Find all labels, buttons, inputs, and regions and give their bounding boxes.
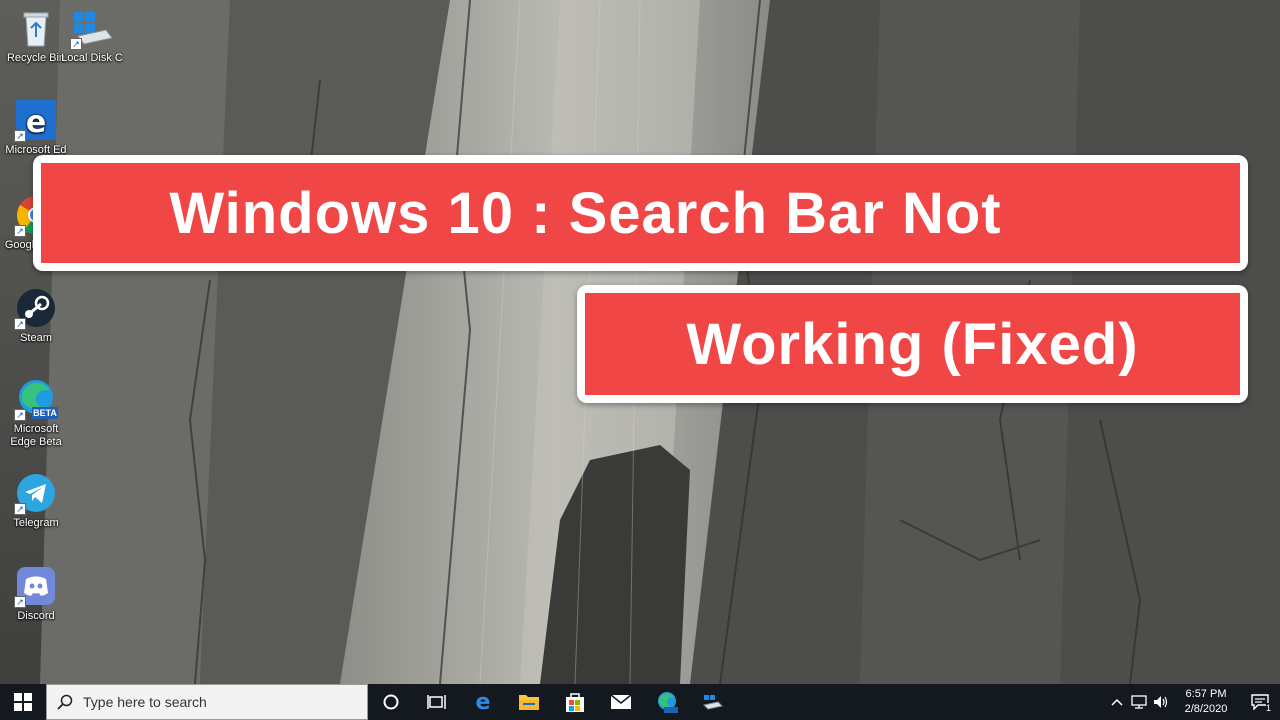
cortana-icon [383,694,399,710]
windows-logo-icon [14,693,32,711]
clock-time: 6:57 PM [1185,688,1227,700]
action-center-button[interactable]: 1 [1240,684,1280,720]
desktop-icon-edge-beta[interactable]: BETA ↗ Microsoft Edge Beta [0,377,72,449]
show-hidden-icons-button[interactable] [1106,684,1128,720]
shortcut-arrow-icon: ↗ [14,409,26,421]
desktop-icon-telegram[interactable]: ↗ Telegram [0,471,72,530]
shortcut-arrow-icon: ↗ [14,503,26,515]
taskbar-store-button[interactable] [552,684,598,720]
drive-icon: ↗ [70,6,114,50]
start-button[interactable] [0,684,46,720]
shortcut-arrow-icon: ↗ [14,318,26,330]
desktop-icon-label: Discord [17,610,55,622]
desktop-icon-label: Telegram [13,517,59,529]
volume-button[interactable] [1150,684,1172,720]
taskbar-edge-beta-button[interactable] [644,684,690,720]
network-icon [1131,695,1147,709]
store-icon [566,693,584,712]
taskbar-search-box[interactable] [46,684,368,720]
telegram-icon: ↗ [14,471,58,515]
taskbar-edge-button[interactable]: e [460,684,506,720]
recycle-bin-icon [14,6,58,50]
edge-beta-icon: BETA ↗ [14,377,58,421]
shortcut-arrow-icon: ↗ [14,130,26,142]
system-tray: 6:57 PM 2/8/2020 1 [1106,684,1280,720]
desktop-icon-edge[interactable]: e ↗ Microsoft Ed [0,98,72,157]
title-banner-line-1: Windows 10 : Search Bar Not [33,155,1248,271]
drive-icon [702,695,724,710]
title-banner-text-2: Working (Fixed) [585,293,1240,395]
notification-count-badge: 1 [1265,703,1271,713]
desktop-icon-label: Steam [20,332,52,344]
mail-icon [610,694,632,709]
discord-icon: ↗ [14,564,58,608]
title-banner-text-1: Windows 10 : Search Bar Not [41,163,1240,263]
cortana-button[interactable] [368,684,414,720]
volume-icon [1154,696,1168,708]
svg-text:e: e [26,105,46,140]
shortcut-arrow-icon: ↗ [70,38,82,50]
beta-badge: BETA [33,408,57,418]
shortcut-arrow-icon: ↗ [14,225,26,237]
desktop-icon-local-disk[interactable]: ↗ Local Disk C [56,6,128,65]
task-view-icon [427,695,446,709]
taskbar-drive-button[interactable] [690,684,736,720]
clock-date: 2/8/2020 [1184,703,1228,715]
desktop-icon-label: Microsoft Edge Beta [10,423,62,448]
file-explorer-icon [519,695,539,710]
taskbar-mail-button[interactable] [598,684,644,720]
edge-beta-icon [658,692,678,713]
taskbar: e [0,684,1280,720]
edge-icon: e ↗ [14,98,58,142]
network-button[interactable] [1128,684,1150,720]
chevron-up-icon [1111,698,1123,706]
search-input[interactable] [83,694,353,710]
shortcut-arrow-icon: ↗ [14,596,26,608]
desktop-icon-steam[interactable]: ↗ Steam [0,286,72,345]
svg-text:e: e [476,691,491,713]
task-view-button[interactable] [414,684,460,720]
desktop-icon-discord[interactable]: ↗ Discord [0,564,72,623]
title-banner-line-2: Working (Fixed) [577,285,1248,403]
desktop-icon-label: Local Disk C [61,52,123,64]
steam-icon: ↗ [14,286,58,330]
taskbar-clock[interactable]: 6:57 PM 2/8/2020 [1176,687,1236,717]
search-icon [57,694,73,710]
edge-icon: e [476,691,491,713]
taskbar-file-explorer-button[interactable] [506,684,552,720]
